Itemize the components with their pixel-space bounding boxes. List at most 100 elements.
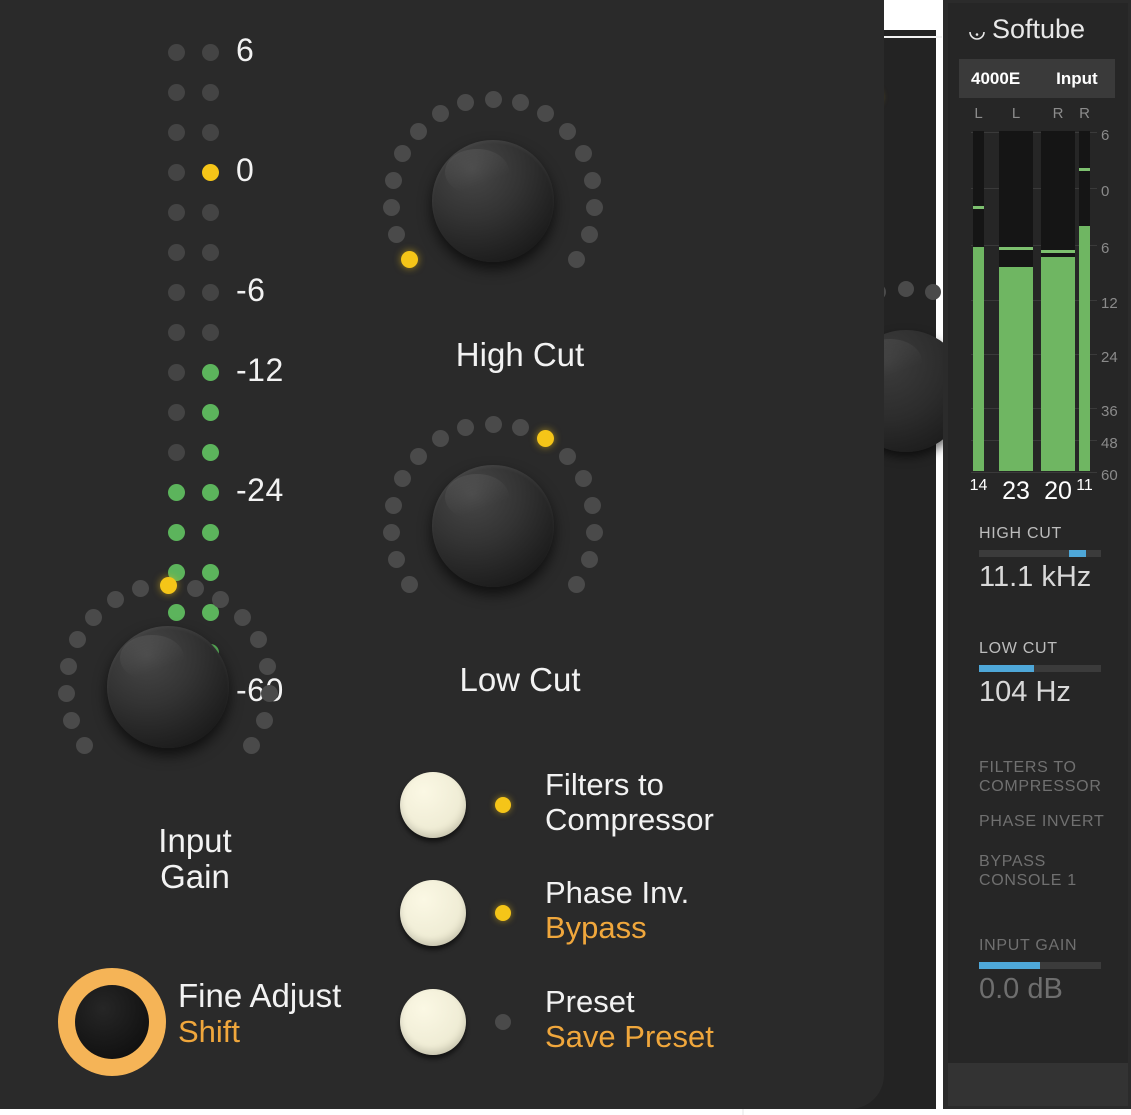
knob-ring-dot (212, 591, 229, 608)
sidebar-param-filters-to-compressor[interactable]: FILTERS TO COMPRESSOR (943, 758, 1123, 796)
knob-ring-dot (394, 145, 411, 162)
sidebar-tabs: 4000E Input (959, 59, 1115, 98)
param-value: 0.0 dB (979, 973, 1123, 1006)
led-scale-label: -6 (236, 272, 265, 309)
knob-ring-dot (410, 123, 427, 140)
sidebar-param-input-gain[interactable]: INPUT GAIN 0.0 dB (943, 936, 1123, 1006)
knob-ring-dot (76, 737, 93, 754)
status-led (495, 905, 511, 921)
param-slider[interactable] (979, 665, 1101, 672)
led-indicator (202, 524, 219, 541)
led-indicator (202, 324, 219, 341)
led-indicator (202, 244, 219, 261)
meter-peak-hold (1041, 250, 1075, 253)
knob-ring-dot (388, 226, 405, 243)
knob-ring-dot (60, 658, 77, 675)
led-indicator (168, 284, 185, 301)
knob-ring-dot (584, 497, 601, 514)
led-indicator (202, 364, 219, 381)
button-label: Preset (545, 985, 714, 1020)
knob-gloss (120, 635, 183, 681)
led-scale-label: 0 (236, 152, 254, 189)
knob-ring-dot (383, 524, 400, 541)
sidebar-param-high-cut[interactable]: HIGH CUT11.1 kHz (943, 525, 1123, 594)
knob-ring-dot (586, 524, 603, 541)
param-value: 11.1 kHz (979, 561, 1123, 594)
sidebar-param-low-cut[interactable]: LOW CUT104 Hz (943, 640, 1123, 709)
meter-scale-label: 36 (1101, 403, 1118, 420)
led-indicator (168, 204, 185, 221)
knob-ring-dot (259, 658, 276, 675)
meter-scale-label: 0 (1101, 183, 1109, 200)
meter-peak-hold (1079, 168, 1090, 171)
knob-ring-dot (243, 737, 260, 754)
led-indicator (168, 84, 185, 101)
led-indicator (202, 284, 219, 301)
knob-label-low-cut: Low Cut (370, 662, 670, 698)
meter-peak-hold (999, 247, 1033, 250)
meter-scale-label: 60 (1101, 467, 1118, 484)
knob-low-cut[interactable]: Low Cut (370, 407, 670, 717)
knob-input-gain[interactable]: Input Gain (45, 568, 345, 908)
button-label: Filters to Compressor (545, 768, 714, 837)
knob-ring-dot (63, 712, 80, 729)
meter-peak-hold (973, 206, 984, 209)
knob-label-input-gain: Input Gain (45, 823, 345, 894)
param-slider-fill (979, 962, 1040, 969)
knob-ring-dot (457, 94, 474, 111)
param-slider[interactable] (979, 550, 1101, 557)
knob-ring-dot (485, 91, 502, 108)
led-indicator (202, 404, 219, 421)
sidebar-param-phase-invert[interactable]: PHASE INVERT (943, 812, 1123, 831)
knob-ring-dot (85, 609, 102, 626)
led-indicator (168, 164, 185, 181)
knob-ring-dot (581, 551, 598, 568)
led-indicator (168, 444, 185, 461)
button-text: Phase Inv. Bypass (545, 876, 689, 945)
param-label: INPUT GAIN (979, 936, 1123, 955)
knob-ring-dot (432, 105, 449, 122)
meter-gridline (971, 472, 1097, 473)
led-indicator (202, 444, 219, 461)
meter-channel-label: L (967, 105, 991, 122)
button-text: Preset Save Preset (545, 985, 714, 1054)
fine-adjust-modifier: Shift (178, 1015, 341, 1050)
main-panel: 60-6-12-24-60 High Cut Low Cut Input Gai… (0, 0, 884, 1109)
smile-icon (967, 20, 987, 40)
toggle-button[interactable] (400, 772, 466, 838)
knob-ring-dot (261, 685, 278, 702)
softube-logo: Softube (967, 14, 1085, 45)
button-filters-to-compressor[interactable]: Filters to Compressor (400, 772, 820, 858)
button-phase-invert[interactable]: Phase Inv. Bypass (400, 880, 820, 966)
knob-ring-dot (107, 591, 124, 608)
meter-scale-label: 48 (1101, 435, 1118, 452)
param-slider[interactable] (979, 962, 1101, 969)
button-sublabel: Bypass (545, 911, 689, 946)
toggle-button[interactable] (400, 989, 466, 1055)
knob-ring-dot (575, 145, 592, 162)
tab-4000e[interactable]: 4000E (971, 69, 1020, 89)
button-label: Phase Inv. (545, 876, 689, 911)
knob-ring-dot (58, 685, 75, 702)
knob-position-indicator (160, 577, 177, 594)
status-led (495, 1014, 511, 1030)
knob-ring-dot (584, 172, 601, 189)
plugin-window: 60-6-12-24-60 High Cut Low Cut Input Gai… (0, 0, 1131, 1109)
sidebar-param-bypass-console-1[interactable]: BYPASS CONSOLE 1 (943, 852, 1123, 890)
knob-ring-dot (394, 470, 411, 487)
meter-channel-value: 11 (1071, 477, 1098, 495)
tab-input[interactable]: Input (1056, 69, 1098, 89)
meter-scale-label: 6 (1101, 127, 1109, 144)
knob-ring-dot (559, 448, 576, 465)
knob-ring-dot (385, 172, 402, 189)
fine-adjust-indicator[interactable] (58, 968, 166, 1076)
meter-fill (1041, 257, 1075, 471)
led-indicator (202, 164, 219, 181)
meter-scale-label: 6 (1101, 240, 1109, 257)
brand-name: Softube (992, 14, 1085, 45)
toggle-button[interactable] (400, 880, 466, 946)
meter-channel-label: L (1004, 105, 1028, 122)
button-preset[interactable]: Preset Save Preset (400, 989, 820, 1075)
knob-high-cut[interactable]: High Cut (370, 82, 670, 392)
knob-ring-dot (537, 105, 554, 122)
